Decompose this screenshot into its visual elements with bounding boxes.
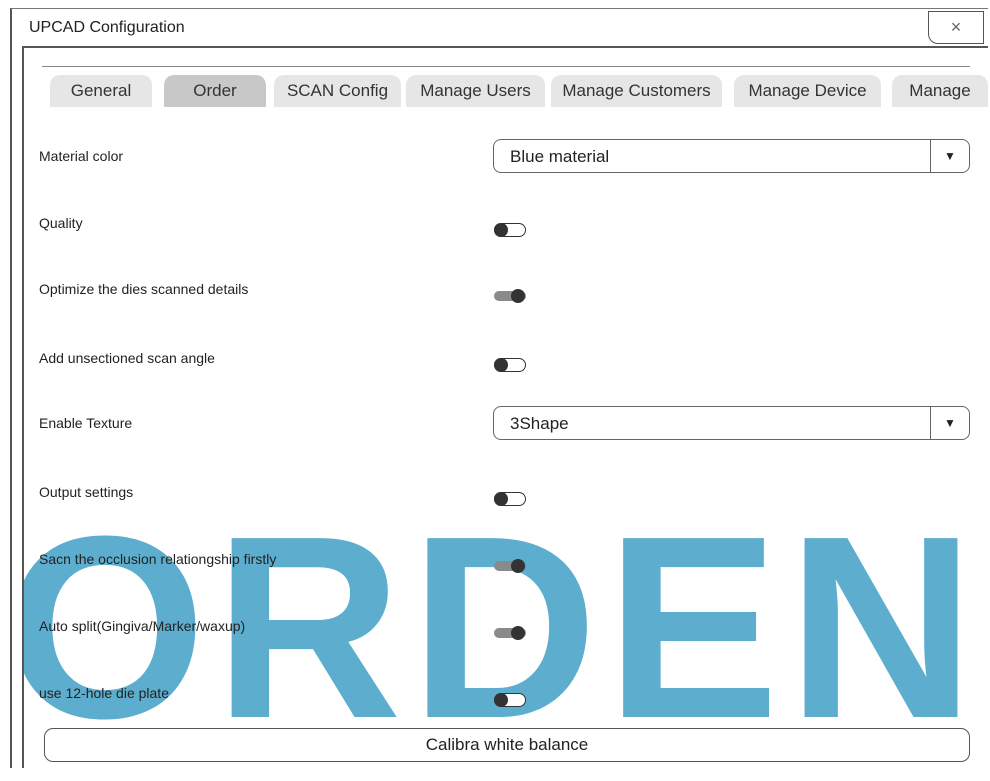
close-icon: × <box>950 17 962 37</box>
toggle-knob <box>511 289 525 303</box>
chevron-down-icon[interactable]: ▼ <box>930 407 969 439</box>
setting-label: Add unsectioned scan angle <box>39 350 215 366</box>
setting-dropdown[interactable]: Blue material ▼ <box>493 139 970 173</box>
setting-label: Quality <box>39 215 83 231</box>
window-title: UPCAD Configuration <box>29 19 185 36</box>
settings-panel: ORDEN General Order SCAN Config Manage User… <box>22 46 988 768</box>
toggle-knob <box>494 492 508 506</box>
toggle-knob <box>494 358 508 372</box>
setting-toggle[interactable] <box>494 626 526 640</box>
tab-manage-customers[interactable]: Manage Customers <box>551 75 722 107</box>
tab-general[interactable]: General <box>50 75 152 107</box>
tab-order[interactable]: Order <box>164 75 266 107</box>
setting-toggle[interactable] <box>494 559 526 573</box>
dropdown-value: Blue material <box>510 147 610 166</box>
setting-dropdown[interactable]: 3Shape ▼ <box>493 406 970 440</box>
tab-manage-device[interactable]: Manage Device <box>734 75 881 107</box>
title-bar: UPCAD Configuration <box>12 9 988 46</box>
setting-label: Optimize the dies scanned details <box>39 281 249 297</box>
tab-manage[interactable]: Manage <box>892 75 988 107</box>
calibrate-white-balance-button[interactable]: Calibra white balance <box>44 728 970 762</box>
toggle-knob <box>511 626 525 640</box>
setting-label: Sacn the occlusion relationgship firstly <box>39 551 277 567</box>
setting-label: Material color <box>39 148 124 164</box>
setting-toggle[interactable] <box>494 223 526 237</box>
setting-label: Auto split(Gingiva/Marker/waxup) <box>39 618 246 634</box>
close-button[interactable]: × <box>928 11 984 44</box>
tabs-divider <box>42 66 970 67</box>
setting-label: Output settings <box>39 484 134 500</box>
toggle-knob <box>494 693 508 707</box>
toggle-knob <box>511 559 525 573</box>
tab-scan-config[interactable]: SCAN Config <box>274 75 401 107</box>
chevron-down-icon[interactable]: ▼ <box>930 140 969 172</box>
toggle-knob <box>494 223 508 237</box>
setting-label: use 12-hole die plate <box>39 685 169 701</box>
configuration-window: UPCAD Configuration × ORDEN General Order… <box>10 8 988 768</box>
tab-manage-users[interactable]: Manage Users <box>406 75 545 107</box>
dropdown-value: 3Shape <box>510 414 569 433</box>
setting-toggle[interactable] <box>494 693 526 707</box>
setting-toggle[interactable] <box>494 289 526 303</box>
setting-toggle[interactable] <box>494 492 526 506</box>
setting-label: Enable Texture <box>39 415 133 431</box>
setting-toggle[interactable] <box>494 358 526 372</box>
